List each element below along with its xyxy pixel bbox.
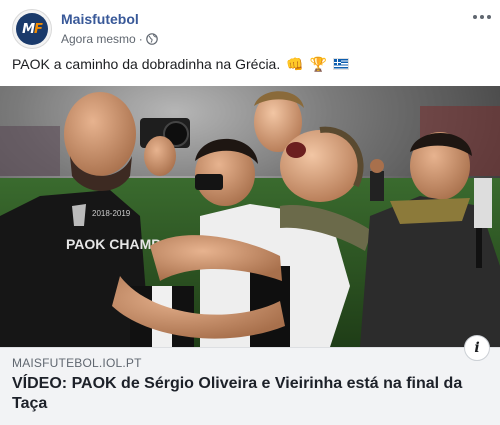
post-photo[interactable]: PAOK CHAMP 2018-2019	[0, 86, 500, 347]
jersey-year: 2018-2019	[92, 209, 131, 218]
post-caption: PAOK a caminho da dobradinha na Grécia. …	[12, 56, 350, 72]
page-avatar[interactable]: MF	[12, 9, 52, 49]
jersey-text: PAOK CHAMP	[66, 236, 161, 252]
trophy-emoji-icon: 🏆	[309, 56, 328, 72]
info-icon[interactable]: i	[464, 335, 490, 361]
greece-flag-icon	[333, 58, 350, 70]
post-meta: Agora mesmo ·	[61, 32, 158, 46]
link-headline[interactable]: VÍDEO: PAOK de Sérgio Oliveira e Vieirin…	[12, 374, 482, 414]
page-name-link[interactable]: Maisfutebol	[61, 11, 139, 27]
facebook-post: MF Maisfutebol Agora mesmo · PAOK a cami…	[0, 0, 500, 425]
link-preview-card[interactable]: i MAISFUTEBOL.IOL.PT VÍDEO: PAOK de Sérg…	[0, 335, 500, 425]
avatar-logo: MF	[16, 13, 48, 45]
post-header: MF Maisfutebol Agora mesmo ·	[0, 0, 500, 52]
more-options-icon[interactable]	[472, 10, 492, 24]
post-timestamp[interactable]: Agora mesmo	[61, 32, 136, 46]
caption-text: PAOK a caminho da dobradinha na Grécia.	[12, 56, 281, 72]
avatar-monogram: MF	[22, 21, 43, 37]
link-domain: MAISFUTEBOL.IOL.PT	[12, 356, 142, 370]
fist-emoji-icon: 👊	[286, 56, 304, 72]
globe-icon[interactable]	[145, 33, 158, 45]
meta-separator: ·	[138, 32, 143, 46]
